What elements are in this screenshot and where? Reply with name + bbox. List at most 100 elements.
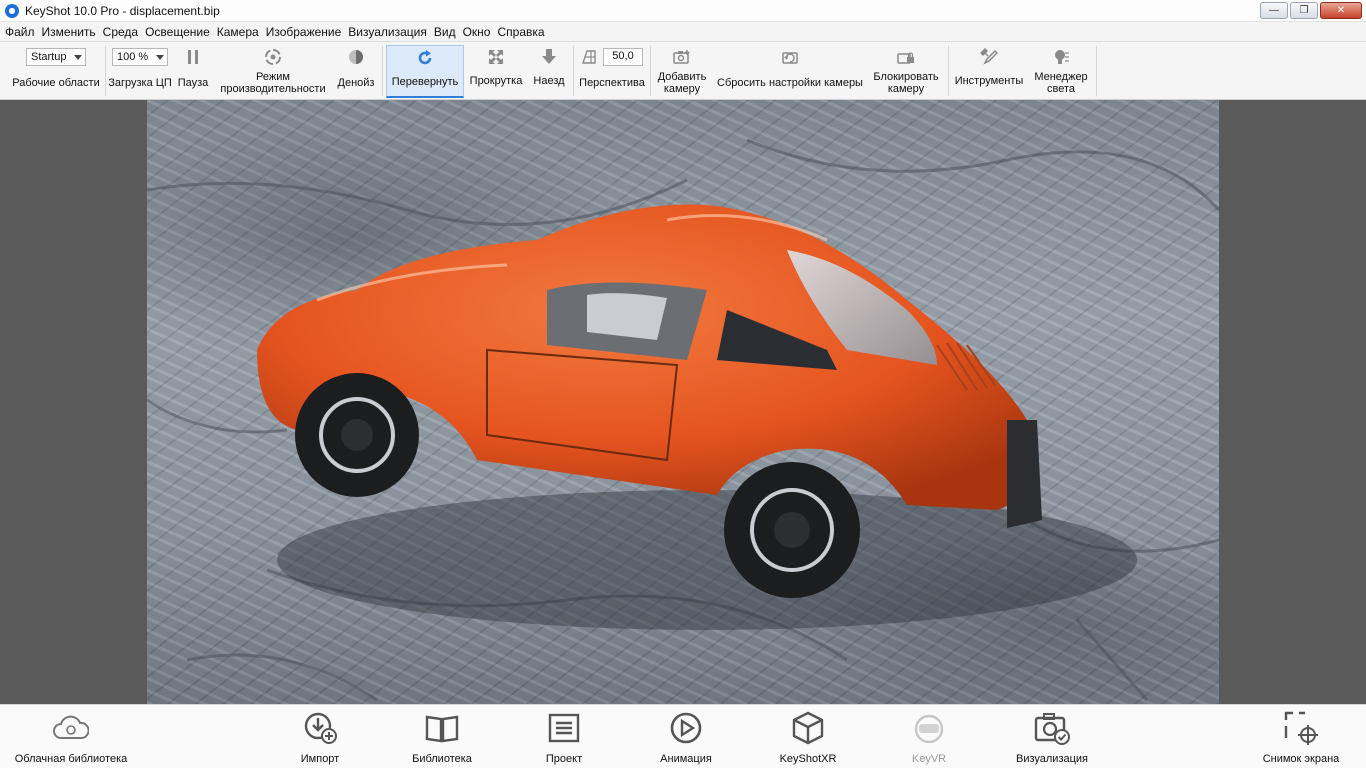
wheel-rear — [724, 462, 860, 598]
pan-arrows-icon — [489, 50, 503, 64]
import-label: Импорт — [300, 753, 340, 765]
camera-lock-icon — [897, 52, 914, 64]
ribbon-separator — [105, 46, 106, 96]
light-manager-label-line1: Менеджер — [1034, 71, 1088, 83]
add-camera-label-line1: Добавить — [657, 71, 707, 83]
tumble-label: Перевернуть — [391, 76, 459, 88]
menu-camera[interactable]: Камера — [216, 25, 265, 39]
camera-plus-icon — [673, 50, 690, 64]
camera-reset-icon — [782, 52, 798, 64]
cpu-usage-value: 100 % — [117, 51, 149, 63]
project-label: Проект — [545, 753, 583, 765]
real-time-viewport[interactable] — [0, 100, 1366, 704]
tumble-button[interactable]: Перевернуть — [386, 45, 464, 98]
project-panel-icon — [548, 713, 580, 743]
perspective-input[interactable]: 50,0 — [603, 48, 643, 66]
pause-label: Пауза — [177, 77, 209, 89]
cpu-usage-group: 100 % Загрузка ЦП — [107, 45, 173, 98]
import-button[interactable]: Импорт — [298, 709, 342, 767]
dolly-button[interactable]: Наезд — [528, 45, 570, 98]
performance-mode-button[interactable]: Режим производительности — [216, 45, 330, 98]
reset-camera-button[interactable]: Сбросить настройки камеры — [714, 45, 866, 98]
performance-label-line1: Режим — [256, 71, 290, 83]
light-manager-button[interactable]: Менеджер света — [1030, 45, 1092, 98]
window-controls: — ❐ ✕ — [1260, 2, 1362, 19]
library-button[interactable]: Библиотека — [410, 709, 474, 767]
pan-label: Прокрутка — [469, 75, 523, 87]
menu-edit[interactable]: Изменить — [41, 25, 102, 39]
pan-button[interactable]: Прокрутка — [466, 45, 526, 98]
perspective-label: Перспектива — [579, 77, 645, 89]
render-image[interactable] — [147, 100, 1219, 704]
keyshot-logo-icon — [5, 3, 19, 18]
denoise-icon — [349, 50, 363, 64]
play-circle-icon — [670, 712, 702, 744]
keyshotxr-label: KeyShotXR — [779, 753, 837, 765]
performance-icon — [265, 49, 281, 65]
workspace-dropdown[interactable]: Startup — [26, 48, 86, 66]
menu-lighting[interactable]: Освещение — [144, 25, 216, 39]
workspaces-group: Startup Рабочие области — [10, 45, 102, 98]
menu-bar: Файл Изменить Среда Освещение Камера Изо… — [0, 22, 1366, 42]
menu-window[interactable]: Окно — [462, 25, 497, 39]
menu-image[interactable]: Изображение — [265, 25, 348, 39]
minimize-button[interactable]: — — [1260, 2, 1288, 19]
denoise-button[interactable]: Денойз — [334, 45, 378, 98]
menu-environment[interactable]: Среда — [102, 25, 144, 39]
screenshot-crosshair-icon — [1284, 711, 1318, 745]
cube-icon — [792, 711, 824, 745]
reset-camera-label: Сбросить настройки камеры — [717, 77, 863, 89]
cloud-library-icon — [53, 715, 89, 739]
render-camera-icon — [1034, 713, 1070, 745]
lock-camera-label-line1: Блокировать — [873, 71, 939, 83]
cloud-library-button[interactable]: Облачная библиотека — [12, 709, 130, 767]
workspace-value: Startup — [31, 51, 67, 63]
animation-label: Анимация — [660, 753, 712, 765]
cpu-usage-dropdown[interactable]: 100 % — [112, 48, 168, 66]
menu-view[interactable]: Вид — [433, 25, 462, 39]
keyvr-button[interactable]: KeyVR — [906, 709, 952, 767]
tools-label: Инструменты — [954, 75, 1024, 87]
pause-icon — [188, 50, 198, 64]
chevron-down-icon — [74, 54, 82, 60]
vr-headset-icon — [914, 714, 944, 743]
lightbulb-icon — [1055, 50, 1069, 64]
ribbon-separator — [573, 46, 574, 96]
menu-help[interactable]: Справка — [496, 25, 550, 39]
pause-button[interactable]: Пауза — [176, 45, 210, 98]
workspace-label: Рабочие области — [12, 77, 100, 89]
library-label: Библиотека — [412, 753, 472, 765]
screenshot-button[interactable]: Снимок экрана — [1258, 709, 1344, 767]
lock-camera-button[interactable]: Блокировать камеру — [868, 45, 944, 98]
menu-render[interactable]: Визуализация — [347, 25, 433, 39]
render-button[interactable]: Визуализация — [1014, 709, 1090, 767]
perspective-grid-icon — [582, 50, 596, 64]
book-icon — [425, 715, 459, 743]
maximize-button[interactable]: ❐ — [1290, 2, 1318, 19]
add-camera-button[interactable]: Добавить камеру — [654, 45, 710, 98]
light-manager-label-line2: света — [1046, 83, 1075, 95]
cpu-usage-label: Загрузка ЦП — [108, 77, 172, 89]
performance-label-line2: производительности — [220, 83, 326, 95]
tools-button[interactable]: Инструменты — [952, 45, 1026, 98]
title-bar: KeyShot 10.0 Pro - displacement.bip — ❐ … — [0, 0, 1366, 22]
window-title: KeyShot 10.0 Pro - displacement.bip — [25, 3, 220, 18]
bottom-dock: Облачная библиотека Импорт Библиотека Пр… — [0, 704, 1366, 768]
denoise-label: Денойз — [337, 77, 375, 89]
car-render-illustration — [147, 138, 1219, 702]
animation-button[interactable]: Анимация — [658, 709, 714, 767]
menu-file[interactable]: Файл — [4, 25, 41, 39]
lock-camera-label-line2: камеру — [887, 83, 925, 95]
tools-icon — [980, 48, 998, 65]
keyvr-label: KeyVR — [911, 753, 947, 765]
cloud-library-label: Облачная библиотека — [14, 753, 128, 765]
close-button[interactable]: ✕ — [1320, 2, 1362, 19]
ribbon-separator — [382, 46, 383, 96]
keyshotxr-button[interactable]: KeyShotXR — [778, 709, 838, 767]
render-label: Визуализация — [1015, 753, 1089, 765]
import-icon — [304, 712, 337, 744]
wheel-front — [295, 373, 419, 497]
project-button[interactable]: Проект — [542, 709, 586, 767]
rotate-icon — [418, 50, 432, 65]
perspective-group: 50,0 Перспектива — [576, 45, 648, 98]
